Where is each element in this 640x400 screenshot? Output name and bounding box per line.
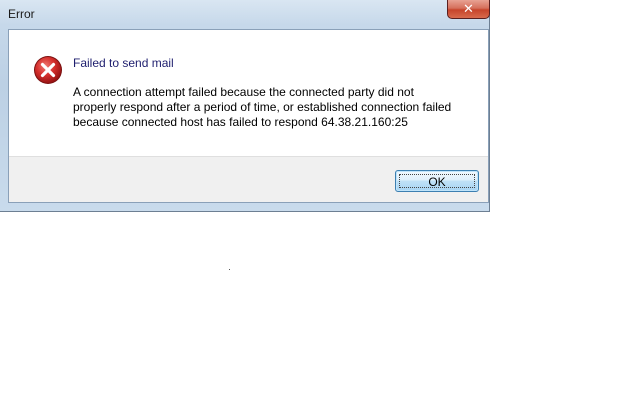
close-icon: ✕	[463, 1, 474, 16]
stray-pixel	[229, 269, 230, 270]
error-icon	[34, 56, 62, 84]
ok-button[interactable]: OK	[395, 170, 479, 192]
message-line: A connection attempt failed because the …	[73, 85, 414, 99]
dialog-content: Failed to send mail A connection attempt…	[9, 30, 488, 156]
window-title: Error	[8, 7, 35, 21]
message-line: properly respond after a period of time,…	[73, 100, 452, 114]
message-line: because connected host has failed to res…	[73, 115, 408, 129]
dialog-message: A connection attempt failed because the …	[73, 85, 473, 130]
dialog-heading: Failed to send mail	[73, 56, 174, 70]
title-bar[interactable]: Error ✕	[0, 0, 490, 28]
dialog-footer: OK	[9, 156, 488, 202]
dialog-client-area: Failed to send mail A connection attempt…	[8, 29, 489, 203]
close-button[interactable]: ✕	[447, 0, 490, 19]
error-dialog-window: Error ✕ Failed to send mail A connection…	[0, 0, 490, 212]
ok-button-label: OK	[399, 174, 475, 189]
